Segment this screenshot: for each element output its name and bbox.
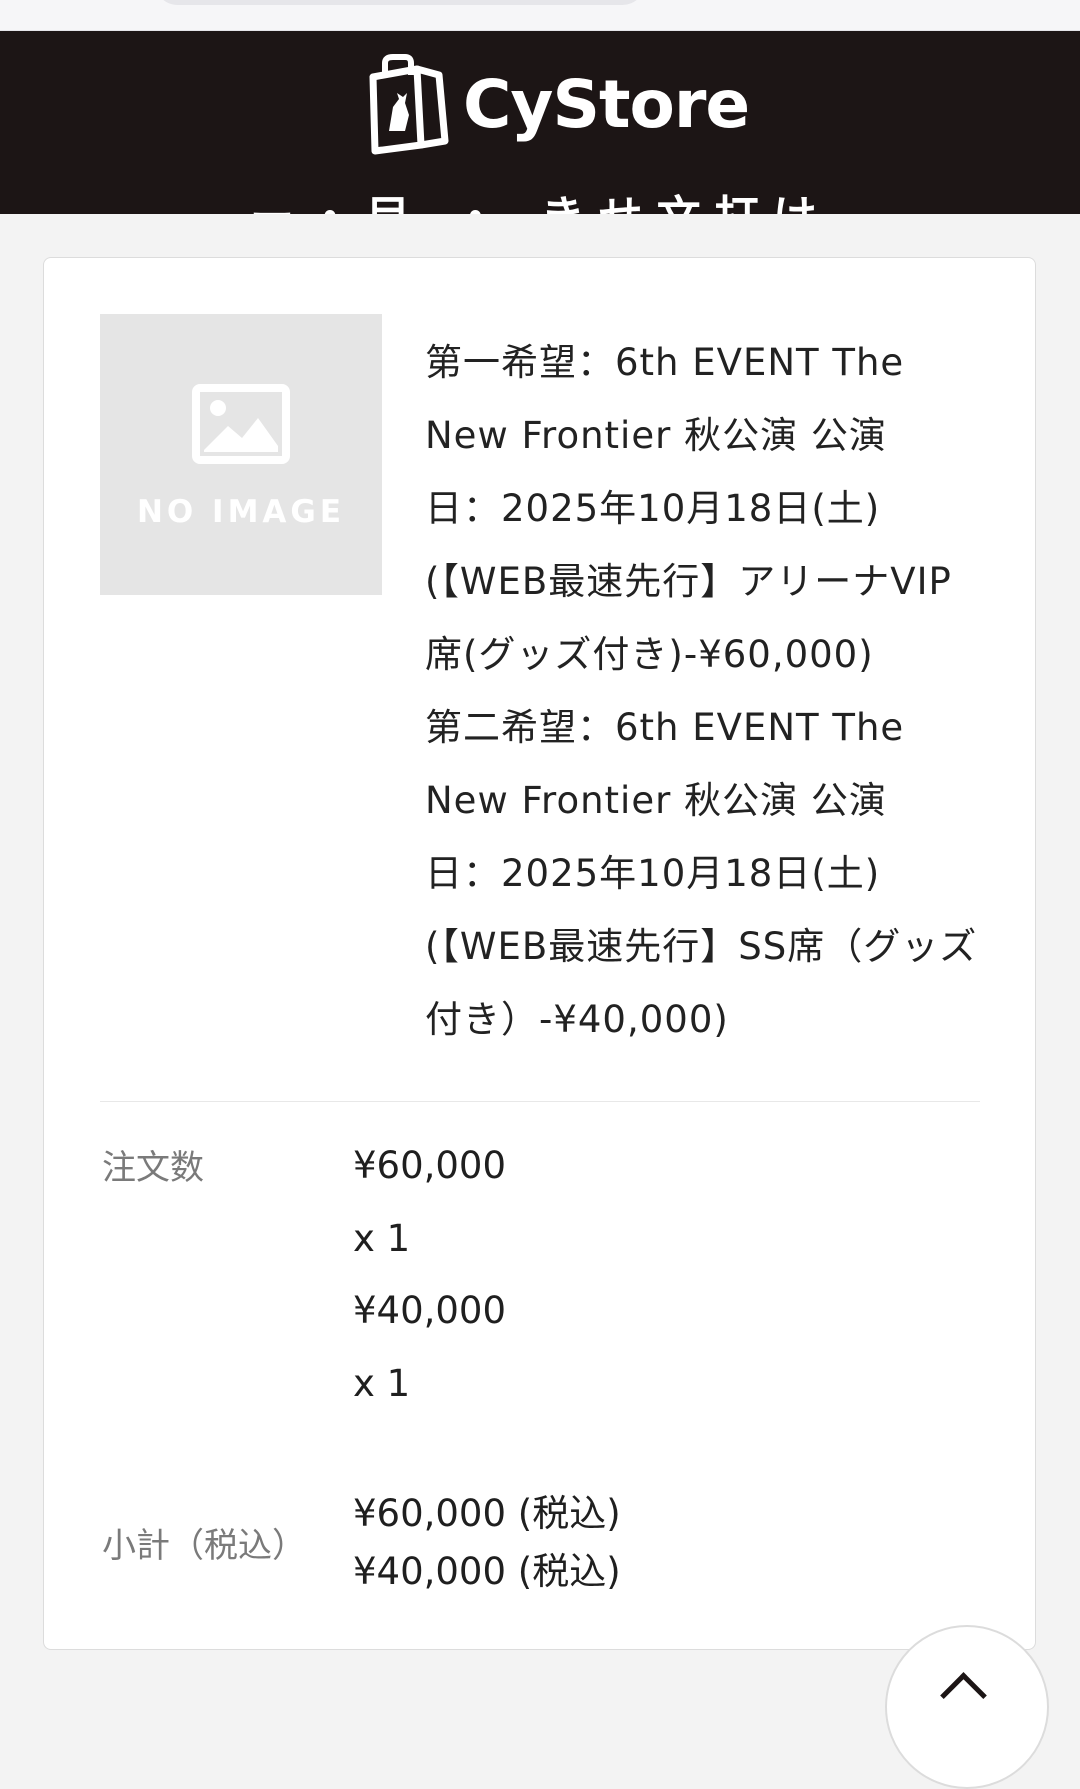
logo-text: CyStore (463, 65, 750, 143)
product-name-line: 第二希望：6th EVENT The (425, 706, 905, 749)
item-quantity: x 1 (353, 1362, 411, 1405)
chevron-up-icon (940, 1672, 987, 1719)
item-price: ¥40,000 (353, 1289, 507, 1332)
image-placeholder-icon (192, 384, 290, 464)
order-item-card: NO IMAGE 第一希望：6th EVENT The New Frontier… (43, 257, 1036, 1650)
product-name-line: (【WEB最速先行】アリーナVIP (425, 560, 952, 603)
product-name-line: 付き）-¥40,000) (425, 998, 729, 1041)
quantity-label: 注文数 (102, 1148, 204, 1188)
site-header: CyStore ー・目 ・ きせ文打け (0, 31, 1080, 214)
product-name-line: 日：2025年10月18日(土) (425, 487, 881, 530)
subtotal-value: ¥40,000 (税込) (353, 1550, 621, 1593)
section-divider (100, 1101, 980, 1102)
address-bar[interactable] (155, 0, 645, 5)
subtotal-label: 小計（税込） (102, 1526, 306, 1566)
product-name-line: 席(グッズ付き)-¥60,000) (425, 633, 874, 676)
product-thumbnail: NO IMAGE (100, 314, 382, 595)
browser-top-bar (0, 0, 1080, 31)
product-name: 第一希望：6th EVENT The New Frontier 秋公演 公演 日… (425, 326, 1025, 1056)
page-title-partial: ー・目 ・ きせ文打け (250, 181, 831, 214)
product-name-line: New Frontier 秋公演 公演 (425, 779, 887, 822)
product-name-line: 第一希望：6th EVENT The (425, 341, 905, 384)
product-name-line: 日：2025年10月18日(土) (425, 852, 881, 895)
item-price: ¥60,000 (353, 1144, 507, 1187)
no-image-label: NO IMAGE (136, 494, 346, 530)
subtotal-value: ¥60,000 (税込) (353, 1492, 621, 1535)
product-name-line: (【WEB最速先行】SS席（グッズ (425, 925, 978, 968)
shopping-bag-icon (369, 54, 449, 155)
cystore-logo[interactable]: CyStore (365, 53, 750, 155)
scroll-to-top-button[interactable] (885, 1625, 1049, 1789)
item-quantity: x 1 (353, 1217, 411, 1260)
product-name-line: New Frontier 秋公演 公演 (425, 414, 887, 457)
